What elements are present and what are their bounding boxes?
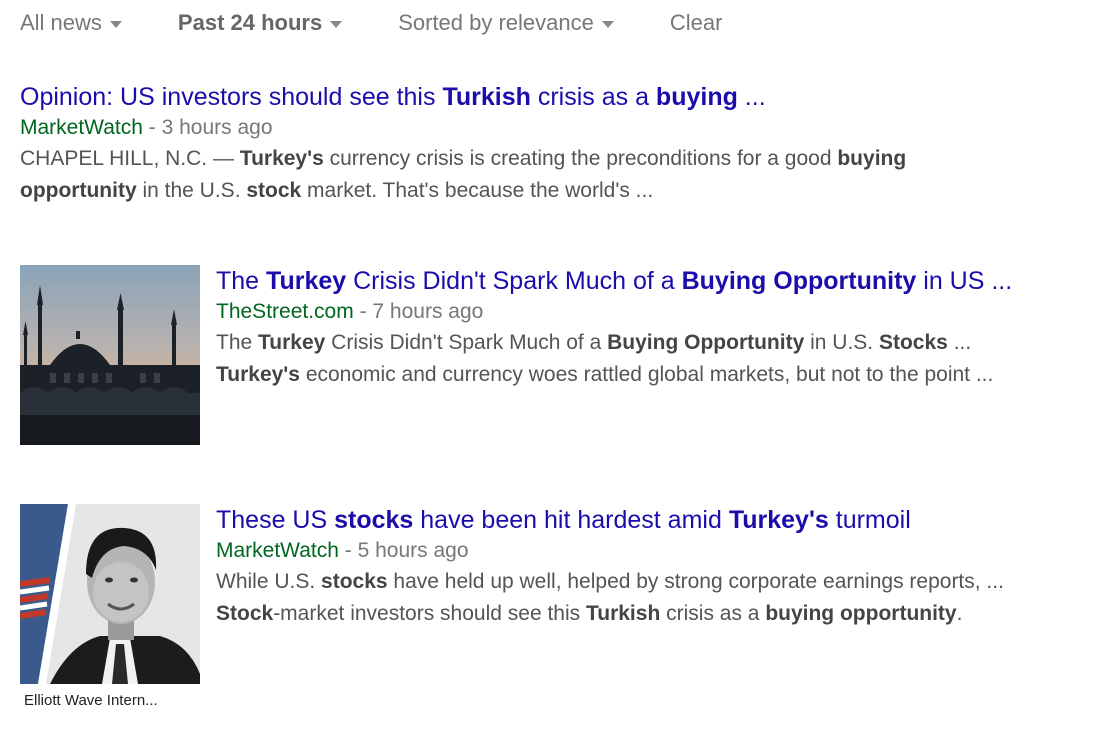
news-time: - 5 hours ago — [338, 539, 469, 562]
text-segment: crisis as a — [660, 602, 766, 625]
highlighted-term: Turkey's — [216, 363, 300, 386]
highlighted-term: Turkey — [258, 331, 326, 354]
news-snippet-line: Turkey's economic and currency woes ratt… — [216, 359, 1012, 391]
highlighted-term: Turkey's — [728, 506, 829, 534]
text-segment: CHAPEL HILL, N.C. — — [20, 147, 240, 170]
news-source-link[interactable]: TheStreet.com — [216, 300, 354, 323]
text-segment: in the U.S. — [136, 179, 247, 202]
highlighted-term: Turkish — [442, 83, 531, 111]
text-segment: currency crisis is creating the precondi… — [323, 147, 838, 170]
highlighted-term: buying — [655, 83, 738, 111]
text-segment: -market investors should see this — [273, 602, 586, 625]
highlighted-term: stock — [246, 179, 302, 202]
news-result-meta: TheStreet.com - 7 hours ago — [216, 297, 1012, 327]
chevron-down-icon — [109, 21, 122, 28]
news-source-link[interactable]: MarketWatch — [216, 539, 339, 562]
text-segment: in U.S. — [804, 331, 879, 354]
highlighted-term: Buying Opportunity — [607, 331, 805, 354]
thumbnail-caption: Elliott Wave Intern... — [24, 692, 158, 709]
time-range-filter[interactable]: Past 24 hours — [177, 10, 343, 36]
text-segment: ... — [737, 83, 766, 111]
news-snippet-line: CHAPEL HILL, N.C. — Turkey's currency cr… — [20, 143, 906, 175]
news-result-title-link[interactable]: These US stocks have been hit hardest am… — [216, 504, 1004, 536]
news-result-content: The Turkey Crisis Didn't Spark Much of a… — [216, 265, 1012, 391]
news-result-content: Opinion: US investors should see this Tu… — [20, 81, 906, 207]
text-segment: These US — [216, 506, 335, 534]
text-segment: crisis as a — [530, 83, 656, 111]
text-segment: While U.S. — [216, 570, 322, 593]
text-segment: turmoil — [828, 506, 911, 534]
text-segment: have been hit hardest amid — [413, 506, 729, 534]
news-thumbnail-wrap — [20, 265, 200, 445]
highlighted-term: buying opportunity — [765, 602, 957, 625]
news-snippet-line: While U.S. stocks have held up well, hel… — [216, 566, 1004, 598]
search-tools-bar: All news Past 24 hours Sorted by relevan… — [20, 6, 778, 40]
text-segment: Crisis Didn't Spark Much of a — [325, 331, 608, 354]
clear-filters-label: Clear — [669, 10, 723, 35]
sort-filter-label: Sorted by relevance — [398, 10, 594, 35]
news-snippet-line: Stock-market investors should see this T… — [216, 598, 1004, 630]
news-type-filter[interactable]: All news — [20, 10, 122, 36]
man-portrait-image — [20, 504, 200, 684]
text-segment: . — [956, 602, 963, 625]
highlighted-term: opportunity — [20, 179, 137, 202]
highlighted-term: Turkey — [266, 267, 347, 295]
news-thumbnail[interactable] — [20, 504, 200, 684]
text-segment: market. That's because the world's ... — [301, 179, 654, 202]
news-result-meta: MarketWatch - 5 hours ago — [216, 536, 1004, 566]
news-type-filter-label: All news — [20, 10, 102, 35]
news-time: - 3 hours ago — [142, 116, 273, 139]
highlighted-term: Turkey's — [239, 147, 324, 170]
highlighted-term: Stock — [216, 602, 274, 625]
highlighted-term: stocks — [321, 570, 388, 593]
text-segment: ... — [947, 331, 972, 354]
text-segment: Opinion: US investors should see this — [20, 83, 443, 111]
chevron-down-icon — [601, 21, 614, 28]
highlighted-term: buying — [837, 147, 907, 170]
chevron-down-icon — [330, 21, 343, 28]
highlighted-term: Stocks — [878, 331, 948, 354]
text-segment: The — [216, 267, 267, 295]
news-thumbnail-wrap: Elliott Wave Intern... — [20, 504, 200, 709]
text-segment: have held up well, helped by strong corp… — [387, 570, 1004, 593]
news-source-link[interactable]: MarketWatch — [20, 116, 143, 139]
news-result-meta: MarketWatch - 3 hours ago — [20, 113, 906, 143]
mosque-silhouette-image — [20, 265, 200, 445]
news-result-title-link[interactable]: The Turkey Crisis Didn't Spark Much of a… — [216, 265, 1012, 297]
highlighted-term: Turkish — [585, 602, 661, 625]
highlighted-term: Buying Opportunity — [681, 267, 917, 295]
news-snippet-line: The Turkey Crisis Didn't Spark Much of a… — [216, 327, 1012, 359]
news-time: - 7 hours ago — [353, 300, 484, 323]
news-snippet-line: opportunity in the U.S. stock market. Th… — [20, 175, 906, 207]
clear-filters-button[interactable]: Clear — [670, 10, 723, 36]
time-range-filter-label: Past 24 hours — [177, 10, 323, 35]
sort-filter[interactable]: Sorted by relevance — [398, 10, 614, 36]
text-segment: The — [216, 331, 259, 354]
text-segment: in US ... — [916, 267, 1013, 295]
text-segment: economic and currency woes rattled globa… — [299, 363, 994, 386]
news-thumbnail[interactable] — [20, 265, 200, 445]
highlighted-term: stocks — [334, 506, 414, 534]
text-segment: Crisis Didn't Spark Much of a — [346, 267, 682, 295]
news-result-title-link[interactable]: Opinion: US investors should see this Tu… — [20, 81, 906, 113]
news-result-content: These US stocks have been hit hardest am… — [216, 504, 1004, 630]
